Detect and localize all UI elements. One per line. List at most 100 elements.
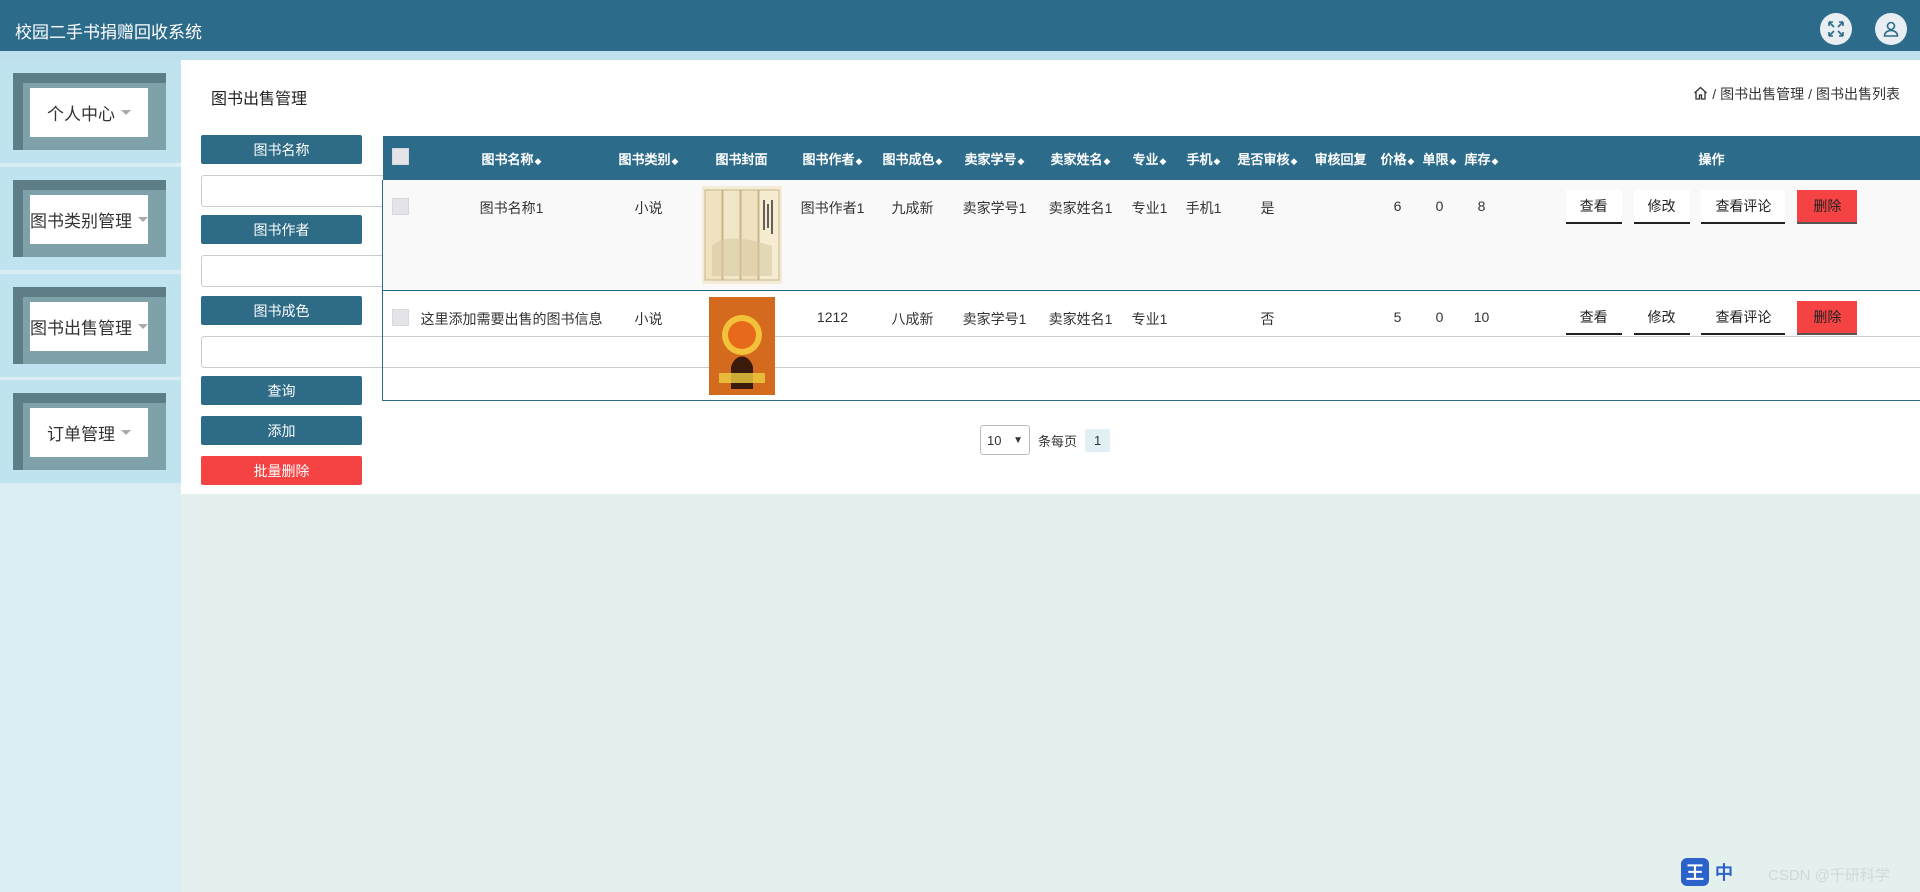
cell-cover — [693, 180, 791, 290]
filter-author-label: 图书作者 — [201, 215, 362, 244]
column-header[interactable]: 图书成色◆ — [875, 136, 951, 180]
delete-button[interactable]: 删除 — [1797, 190, 1858, 224]
cell-condition: 八成新 — [891, 310, 934, 327]
cell-stock: 10 — [1473, 308, 1490, 325]
filter-name-label: 图书名称 — [201, 135, 362, 164]
home-icon[interactable] — [1693, 86, 1708, 103]
cell-approved: 否 — [1260, 310, 1275, 327]
caret-down-icon — [121, 110, 131, 115]
pagination: 10 ▼ 条每页 1 — [980, 425, 1111, 455]
sidebar-item-label: 订单管理 — [47, 425, 115, 444]
sidebar: 个人中心 图书类别管理 图书出售管理 订单管理 — [0, 60, 181, 892]
cell-approved: 是 — [1260, 200, 1275, 216]
sidebar-item-label: 个人中心 — [47, 105, 115, 124]
ime-toolbar: 王 中 — [1681, 858, 1733, 886]
column-header[interactable]: 是否审核◆ — [1231, 136, 1305, 180]
page-size-select[interactable]: 10 ▼ — [980, 425, 1030, 455]
cell-book-name: 这里添加需要出售的图书信息 — [420, 310, 603, 327]
filter-name-label-box: 图书名称 — [201, 135, 362, 164]
column-header[interactable]: 图书名称◆ — [419, 136, 605, 180]
view-button[interactable]: 查看 — [1565, 300, 1622, 335]
top-bar: 校园二手书捐赠回收系统 — [0, 0, 1920, 51]
book-sale-table: 图书名称◆ 图书类别◆ 图书封面 图书作者◆ 图书成色◆ 卖家学号◆ 卖家姓名◆… — [382, 136, 1920, 401]
page-size-value: 10 — [987, 432, 1002, 448]
caret-down-icon — [138, 217, 148, 222]
edit-button[interactable]: 修改 — [1633, 190, 1690, 224]
column-header[interactable]: 价格◆ — [1377, 136, 1419, 180]
filter-condition-label-box: 图书成色 — [201, 296, 362, 325]
query-button[interactable]: 查询 — [201, 376, 362, 405]
column-header[interactable]: 手机◆ — [1177, 136, 1231, 180]
sidebar-item-book-category[interactable]: 图书类别管理 — [0, 167, 181, 270]
page-number[interactable]: 1 — [1085, 428, 1111, 452]
breadcrumb: / 图书出售管理 / 图书出售列表 — [1693, 84, 1900, 104]
cell-author: 1212 — [816, 308, 849, 325]
add-button[interactable]: 添加 — [201, 416, 362, 445]
sidebar-item-personal-center[interactable]: 个人中心 — [0, 60, 181, 163]
column-header[interactable]: 单限◆ — [1419, 136, 1461, 180]
query-button-wrap: 查询 — [201, 376, 362, 405]
cell-price: 5 — [1393, 308, 1402, 325]
cell-limit: 0 — [1435, 198, 1444, 214]
cell-phone: 手机1 — [1185, 200, 1222, 216]
cell-seller-name: 卖家姓名1 — [1048, 310, 1113, 327]
select-all-checkbox[interactable] — [392, 148, 409, 165]
filter-author-label-box: 图书作者 — [201, 215, 362, 244]
add-button-wrap: 添加 — [201, 416, 362, 445]
user-icon[interactable] — [1875, 13, 1907, 45]
batch-delete-button[interactable]: 批量删除 — [201, 456, 362, 485]
column-header: 图书封面 — [715, 151, 768, 167]
cell-price: 6 — [1393, 198, 1402, 214]
cell-cover — [693, 290, 791, 400]
cell-seller-id: 卖家学号1 — [962, 310, 1027, 327]
delete-button[interactable]: 删除 — [1797, 300, 1858, 335]
sort-icon: ◆ — [1213, 155, 1221, 166]
cell-book-name: 图书名称1 — [479, 200, 544, 216]
column-header[interactable]: 图书类别◆ — [605, 136, 693, 180]
edit-button[interactable]: 修改 — [1633, 300, 1690, 335]
column-header[interactable]: 卖家姓名◆ — [1039, 136, 1123, 180]
column-header: 操作 — [1698, 151, 1725, 167]
ime-logo-icon[interactable]: 王 — [1681, 858, 1709, 886]
column-header[interactable]: 库存◆ — [1461, 136, 1503, 180]
view-comments-button[interactable]: 查看评论 — [1701, 190, 1786, 224]
breadcrumb-separator: / — [1712, 86, 1717, 102]
cell-major: 专业1 — [1131, 310, 1168, 327]
cell-phone — [1177, 290, 1231, 400]
sort-icon: ◆ — [1159, 155, 1167, 166]
sort-icon: ◆ — [1449, 155, 1457, 166]
cell-major: 专业1 — [1131, 200, 1168, 216]
sort-icon: ◆ — [1290, 155, 1298, 166]
ime-mode[interactable]: 中 — [1715, 859, 1733, 885]
view-comments-button[interactable]: 查看评论 — [1701, 300, 1786, 335]
sidebar-item-label: 图书出售管理 — [30, 319, 132, 338]
column-header: 审核回复 — [1314, 151, 1367, 167]
main-content: 图书出售管理 / 图书出售管理 / 图书出售列表 图书名称 图书作者 图书成色 … — [181, 60, 1920, 494]
breadcrumb-separator: / — [1808, 86, 1812, 102]
cell-actions: 查看 修改 查看评论 删除 — [1503, 180, 1920, 290]
sort-icon: ◆ — [534, 155, 542, 166]
row-checkbox[interactable] — [392, 198, 410, 215]
sidebar-item-book-sale[interactable]: 图书出售管理 — [0, 274, 181, 377]
breadcrumb-item: 图书出售列表 — [1816, 86, 1900, 102]
column-header[interactable]: 图书作者◆ — [791, 136, 875, 180]
sidebar-item-orders[interactable]: 订单管理 — [0, 380, 181, 483]
sort-icon: ◆ — [1103, 155, 1111, 166]
row-checkbox[interactable] — [392, 308, 410, 326]
page-title: 图书出售管理 — [211, 91, 308, 108]
header-strip — [0, 51, 1920, 60]
cell-condition: 九成新 — [891, 200, 934, 216]
column-header[interactable]: 卖家学号◆ — [951, 136, 1039, 180]
app-title: 校园二手书捐赠回收系统 — [15, 23, 202, 42]
cell-reply — [1305, 180, 1377, 290]
view-button[interactable]: 查看 — [1565, 190, 1622, 224]
sort-icon: ◆ — [671, 155, 679, 166]
cell-author: 图书作者1 — [800, 200, 865, 216]
sort-icon: ◆ — [1491, 155, 1499, 166]
cell-reply — [1305, 290, 1377, 400]
fullscreen-icon[interactable] — [1820, 13, 1852, 45]
breadcrumb-item[interactable]: 图书出售管理 — [1720, 84, 1804, 104]
caret-down-icon — [138, 324, 148, 329]
column-header[interactable]: 专业◆ — [1123, 136, 1177, 180]
sort-icon: ◆ — [1017, 155, 1025, 166]
